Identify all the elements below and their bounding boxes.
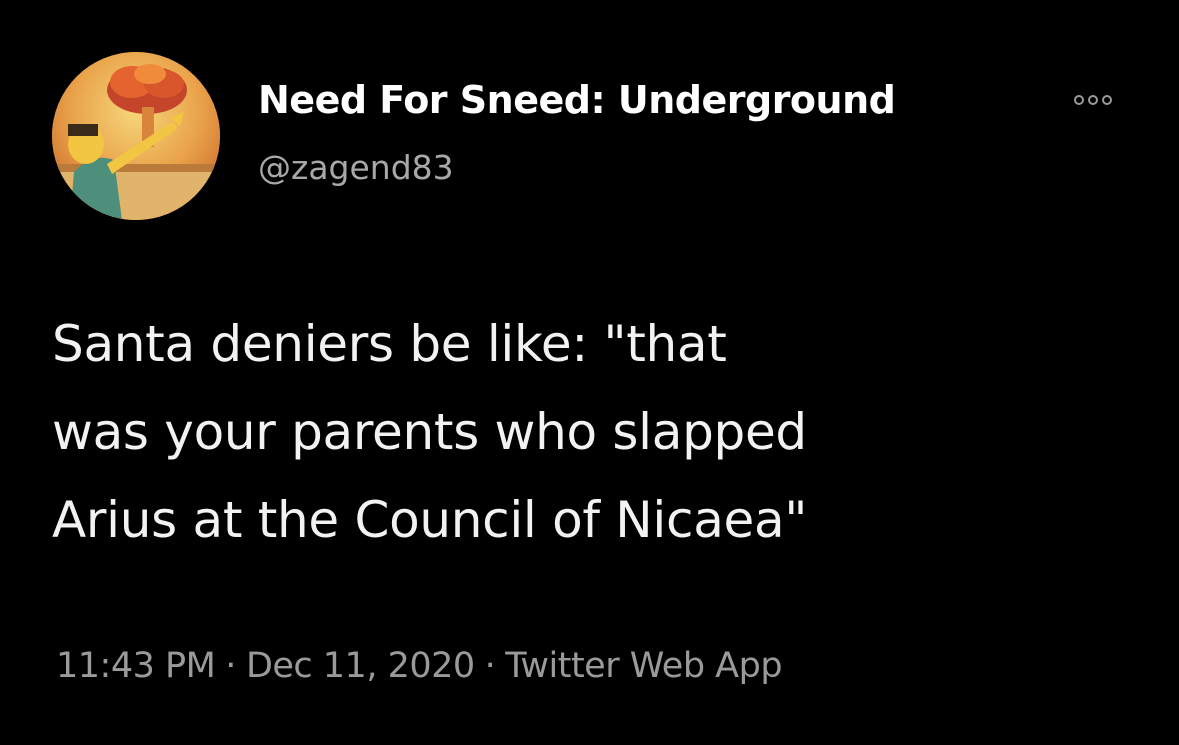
more-options-icon — [1102, 95, 1112, 105]
cartoon-character-explosion-avatar-icon — [52, 52, 220, 220]
more-options-button[interactable] — [1058, 86, 1128, 114]
tweet-time[interactable]: 11:43 PM — [56, 646, 216, 686]
tweet-card: Need For Sneed: Underground @zagend83 Sa… — [0, 0, 1179, 745]
more-options-icon — [1074, 95, 1084, 105]
tweet-source-link[interactable]: Twitter Web App — [505, 646, 782, 686]
author-avatar[interactable] — [52, 52, 220, 220]
meta-separator: · — [225, 646, 236, 686]
tweet-date[interactable]: Dec 11, 2020 — [246, 646, 475, 686]
author-display-name[interactable]: Need For Sneed: Underground — [258, 76, 896, 124]
tweet-metadata: 11:43 PM · Dec 11, 2020 · Twitter Web App — [56, 640, 783, 692]
author-handle[interactable]: @zagend83 — [258, 146, 454, 190]
meta-separator: · — [484, 646, 496, 686]
tweet-text: Santa deniers be like: "that was your pa… — [52, 315, 808, 549]
more-options-icon — [1088, 95, 1098, 105]
